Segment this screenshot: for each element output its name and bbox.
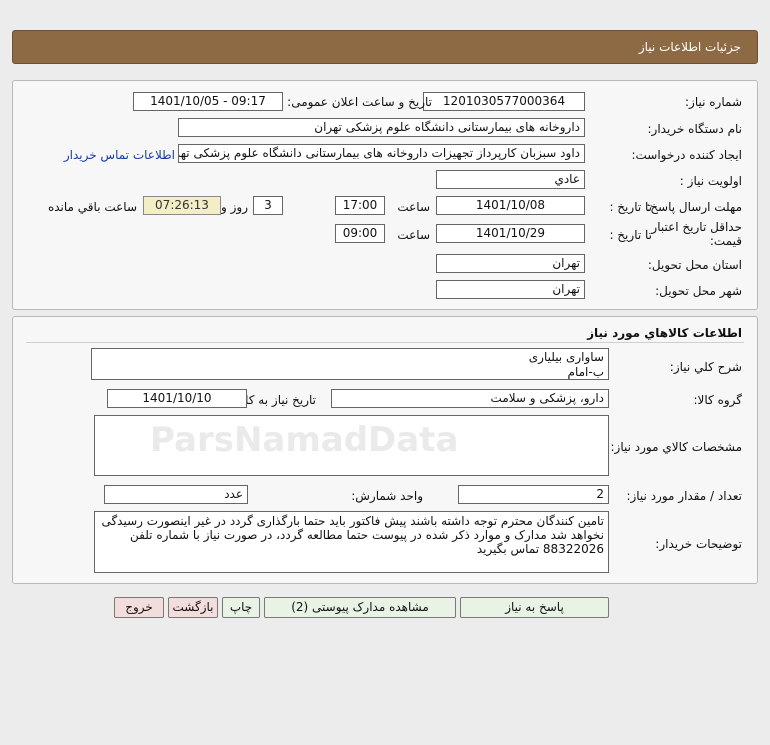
contact-buyer-link[interactable]: اطلاعات تماس خریدار (64, 148, 175, 162)
group-field: دارو، پزشکی و سلامت (331, 389, 609, 408)
goods-divider (26, 342, 744, 343)
need-info-panel (12, 80, 758, 310)
exit-button[interactable]: خروج (114, 597, 164, 618)
remaining-timer: 07:26:13 (143, 196, 221, 215)
reply-deadline-label: مهلت ارسال پاسخ: (646, 200, 742, 214)
reply-time-field: 17:00 (335, 196, 385, 215)
specs-field (94, 415, 609, 476)
buyer-org-field: داروخانه های بیمارستانی دانشگاه علوم پزش… (178, 118, 585, 137)
reply-to-date-label: تا تاریخ : (609, 200, 652, 214)
print-button[interactable]: چاپ (222, 597, 260, 618)
goods-section-title: اطلاعات کالاهاي مورد نياز (587, 326, 742, 340)
announce-field: 1401/10/05 - 09:17 (133, 92, 283, 111)
priority-label: اولویت نیاز : (679, 174, 742, 188)
notes-label: توضیحات خریدار: (655, 537, 742, 551)
summary-field: ساوارى بيليارى ب-امام (91, 348, 609, 380)
summary-label: شرح كلي نياز: (669, 360, 742, 374)
need-date-field: 1401/10/10 (107, 389, 247, 408)
priority-field: عادي (436, 170, 585, 189)
announce-label: تاریخ و ساعت اعلان عمومی: (287, 95, 432, 109)
need-number-field: 1201030577000364 (423, 92, 585, 111)
notes-field: تامین کنندگان محترم توجه داشته باشند پیش… (94, 511, 609, 573)
remaining-label: ساعت باقي مانده (47, 200, 137, 214)
validity-date-field: 1401/10/29 (436, 224, 585, 243)
city-field: تهران (436, 280, 585, 299)
summary-line-2: ب-امام (567, 365, 604, 379)
province-label: استان محل تحویل: (647, 258, 742, 272)
qty-field: 2 (458, 485, 609, 504)
reply-time-label: ساعت (397, 200, 430, 214)
validity-time-label: ساعت (397, 228, 430, 242)
specs-label: مشخصات كالاي مورد نياز: (610, 440, 742, 454)
need-number-label: شماره نیاز: (685, 95, 742, 109)
city-label: شهر محل تحویل: (655, 284, 742, 298)
page-title: جزئیات اطلاعات نیاز (638, 40, 741, 54)
validity-time-field: 09:00 (335, 224, 385, 243)
days-field: 3 (253, 196, 283, 215)
days-suffix-label: روز و (221, 200, 248, 214)
page-header: جزئیات اطلاعات نیاز (12, 30, 758, 64)
requester-label: ایجاد کننده درخواست: (631, 148, 742, 162)
province-field: تهران (436, 254, 585, 273)
group-label: گروه کالا: (693, 393, 743, 407)
validity-to-date-label: تا تاریخ : (609, 228, 652, 242)
summary-line-1: ساوارى بيليارى (528, 350, 604, 364)
validity-label: حداقل تاریخ اعتبار قیمت: (651, 220, 742, 248)
attachments-button[interactable]: مشاهده مدارک پیوستی (2) (264, 597, 456, 618)
unit-label: واحد شمارش: (351, 489, 423, 503)
requester-field: داود سبزبان کارپرداز تجهیزات داروخانه ها… (178, 144, 585, 163)
buyer-org-label: نام دستگاه خریدار: (647, 122, 743, 136)
reply-date-field: 1401/10/08 (436, 196, 585, 215)
qty-label: تعداد / مقدار مورد نیاز: (626, 489, 742, 503)
unit-field: عدد (104, 485, 248, 504)
reply-button[interactable]: پاسخ به نیاز (460, 597, 609, 618)
back-button[interactable]: بازگشت (168, 597, 218, 618)
